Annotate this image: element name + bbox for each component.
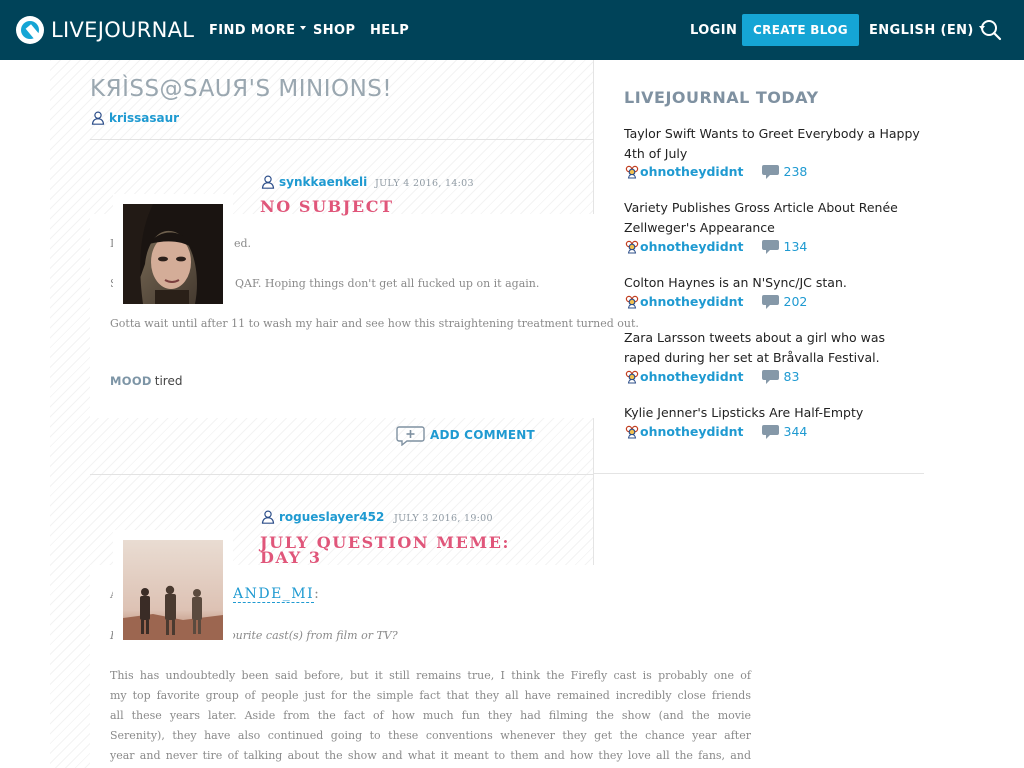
sidebar-item-meta: ohnotheydidnt 202	[624, 293, 807, 309]
sidebar-item-title[interactable]: Colton Haynes is an N'Sync/JC stan.	[624, 273, 924, 293]
livejournal-logo-icon	[16, 16, 44, 44]
header-divider	[90, 139, 594, 140]
entry-paragraph-line: my top favorite group of people just for…	[110, 689, 751, 702]
entry-date: JULY 3 2016, 19:00	[394, 513, 493, 524]
community-name: ohnotheydidnt	[640, 293, 744, 309]
mood-label: MOOD	[110, 374, 152, 388]
entry-author-link[interactable]: synkkaenkeli	[261, 175, 367, 189]
community-icon	[625, 165, 639, 179]
language-label: ENGLISH (EN)	[869, 22, 974, 38]
entry-mood: MOOD tired	[110, 374, 182, 388]
login-label: LOGIN	[690, 22, 738, 38]
sidebar-item-meta: ohnotheydidnt 238	[624, 163, 807, 179]
add-comment-label: ADD COMMENT	[430, 428, 535, 442]
nav-shop-label: SHOP	[313, 22, 356, 38]
community-link[interactable]: ohnotheydidnt	[624, 238, 744, 254]
community-name: ohnotheydidnt	[640, 368, 744, 384]
comment-count-value: 238	[783, 163, 808, 179]
sidebar-item-title[interactable]: Kylie Jenner's Lipsticks Are Half-Empty	[624, 403, 924, 423]
comment-count-value: 344	[783, 423, 808, 439]
comment-count[interactable]: 202	[761, 293, 808, 309]
comment-count-value: 202	[783, 293, 808, 309]
entry-paragraph-line: year and never tire of talking about the…	[110, 749, 751, 762]
logo-text: LIVEJOURNAL	[51, 18, 195, 42]
entry-link-line: ANDE_MI:	[233, 584, 319, 604]
userpic-frame	[113, 194, 233, 318]
userpic-synkkaenkeli[interactable]	[123, 204, 223, 304]
entry-text-line: ed.	[234, 237, 252, 250]
sidebar-item-title[interactable]: Taylor Swift Wants to Greet Everybody a …	[624, 124, 924, 163]
community-name: ohnotheydidnt	[640, 163, 744, 179]
entry-title[interactable]: JULY QUESTION MEME: DAY 3	[260, 535, 530, 566]
community-link[interactable]: ohnotheydidnt	[624, 163, 744, 179]
chevron-down-icon	[300, 26, 307, 30]
user-icon	[261, 510, 275, 524]
sidebar-title: LIVEJOURNAL TODAY	[624, 88, 819, 107]
nav-help[interactable]: HELP	[370, 0, 409, 60]
top-navigation-bar: LIVEJOURNAL FIND MORE SHOP HELP LOGIN CR…	[0, 0, 1024, 60]
sidebar-item-title[interactable]: Variety Publishes Gross Article About Re…	[624, 198, 924, 237]
entry-text-line: QAF. Hoping things don't get all fucked …	[235, 277, 540, 290]
nav-shop[interactable]: SHOP	[313, 0, 355, 60]
mood-value: tired	[154, 374, 183, 388]
nav-find-more-label: FIND MORE	[209, 22, 296, 38]
journal-title[interactable]: KЯÌSS@SAUЯ'S MINIONS!	[90, 76, 392, 102]
journal-owner-name: krissasaur	[109, 111, 180, 125]
userpic-rogueslayer452[interactable]	[123, 540, 223, 640]
entry-paragraph-line: all these years later. Aside from the fa…	[110, 709, 751, 722]
search-icon[interactable]	[980, 19, 1002, 41]
comment-count[interactable]: 83	[761, 368, 800, 384]
comment-count-value: 134	[783, 238, 808, 254]
create-blog-button[interactable]: CREATE BLOG	[742, 14, 859, 46]
entry-paragraph-line: Serenity), they have also continued goin…	[110, 729, 751, 742]
comment-count[interactable]: 238	[761, 163, 808, 179]
journal-owner-link[interactable]: krissasaur	[91, 111, 179, 125]
entry-question: ourite cast(s) from film or TV?	[229, 629, 398, 642]
nav-find-more[interactable]: FIND MORE	[209, 0, 307, 60]
user-icon	[261, 175, 275, 189]
entry-author-link[interactable]: rogueslayer452	[261, 510, 384, 524]
sidebar-divider	[594, 473, 924, 474]
entry-link-colon: :	[314, 586, 319, 602]
livejournal-logo[interactable]: LIVEJOURNAL	[16, 14, 194, 46]
entry-author-name: rogueslayer452	[279, 510, 385, 524]
entry-divider	[90, 474, 594, 475]
community-icon	[625, 240, 639, 254]
entry-user-link[interactable]: ANDE_MI	[233, 586, 315, 603]
comment-bubble-icon	[761, 424, 779, 439]
userpic-frame	[113, 530, 233, 654]
comment-count-value: 83	[783, 368, 800, 384]
comment-bubble-icon	[761, 164, 779, 179]
community-icon	[625, 425, 639, 439]
add-comment-button[interactable]: ADD COMMENT	[396, 424, 535, 446]
community-icon	[625, 295, 639, 309]
comment-count[interactable]: 344	[761, 423, 808, 439]
nav-help-label: HELP	[370, 22, 410, 38]
add-comment-icon	[396, 426, 425, 446]
sidebar-item-meta: ohnotheydidnt 83	[624, 368, 799, 384]
comment-bubble-icon	[761, 294, 779, 309]
community-icon	[625, 370, 639, 384]
community-link[interactable]: ohnotheydidnt	[624, 293, 744, 309]
language-selector[interactable]: ENGLISH (EN)	[869, 0, 985, 60]
sidebar-item-meta: ohnotheydidnt 344	[624, 423, 807, 439]
community-name: ohnotheydidnt	[640, 238, 744, 254]
sidebar-item-title[interactable]: Zara Larsson tweets about a girl who was…	[624, 328, 924, 367]
comment-count[interactable]: 134	[761, 238, 808, 254]
entry-date: JULY 4 2016, 14:03	[375, 178, 474, 189]
comment-bubble-icon	[761, 369, 779, 384]
user-icon	[91, 111, 105, 125]
sidebar-item-meta: ohnotheydidnt 134	[624, 238, 807, 254]
entry-author-name: synkkaenkeli	[279, 175, 368, 189]
community-link[interactable]: ohnotheydidnt	[624, 368, 744, 384]
entry-paragraph-line: This has undoubtedly been said before, b…	[110, 669, 751, 682]
entry-title[interactable]: NO SUBJECT	[260, 199, 540, 215]
community-link[interactable]: ohnotheydidnt	[624, 423, 744, 439]
login-link[interactable]: LOGIN	[690, 0, 737, 60]
comment-bubble-icon	[761, 239, 779, 254]
community-name: ohnotheydidnt	[640, 423, 744, 439]
